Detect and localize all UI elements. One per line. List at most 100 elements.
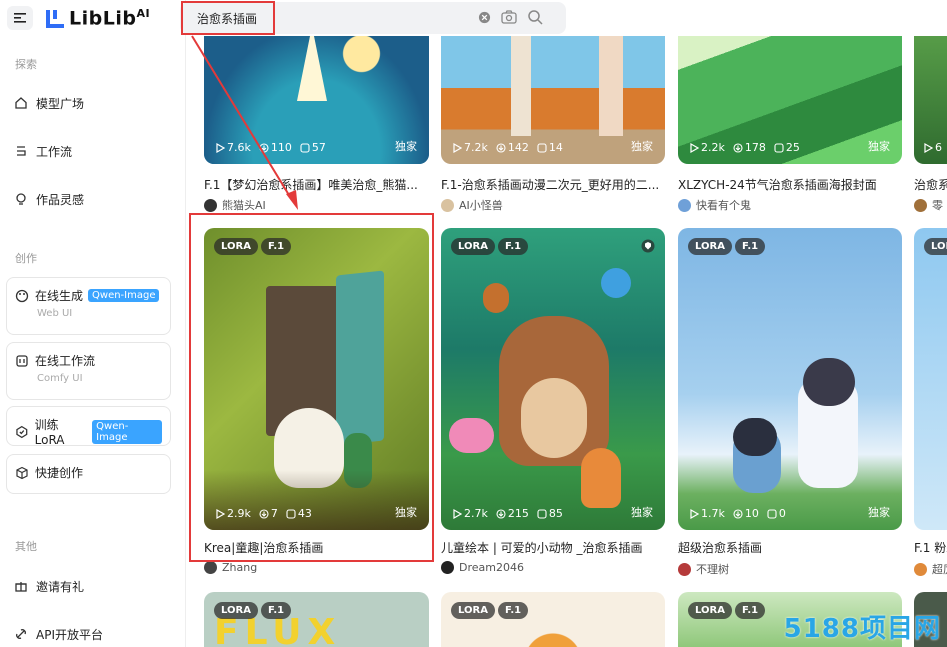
model-card-8[interactable]: LOR (914, 228, 947, 530)
lora-badge: LORA (214, 602, 258, 619)
card-stats: 2.2k 178 25 (690, 141, 800, 154)
search-actions (478, 9, 543, 25)
model-card-9[interactable]: FLUX LORA F.1 (204, 592, 429, 647)
sidebar-item-inspiration[interactable]: 作品灵感 (14, 188, 84, 210)
girl-hair (803, 358, 855, 406)
sidebar-item-quick-create[interactable]: 快捷创作 (6, 454, 171, 494)
model-card-3[interactable]: 2.2k 178 25 独家 (678, 36, 902, 164)
hamburger-icon (14, 13, 26, 23)
download-icon (733, 508, 743, 519)
card-stats: 6 (924, 141, 942, 154)
workflow-icon (17, 146, 26, 156)
card-author[interactable]: AI小怪兽 (441, 197, 503, 213)
lora-badge: LORA (451, 602, 495, 619)
elephant-figure (449, 418, 494, 453)
monkey-figure (483, 283, 509, 313)
sidebar-item-online-workflow[interactable]: 在线工作流 Comfy UI (6, 342, 171, 400)
model-card-6[interactable]: LORA F.1 2.7k 215 85 独家 (441, 228, 665, 530)
card-title[interactable]: XLZYCH-24节气治愈系插画海报封面 (678, 176, 902, 193)
api-icon (16, 629, 26, 639)
section-other: 其他 (15, 540, 37, 553)
f1-badge: F.1 (734, 238, 766, 255)
qwen-image-tag-2: Qwen-Image (92, 419, 162, 444)
card-author[interactable]: 零 (914, 197, 943, 213)
avatar (204, 198, 217, 212)
clear-icon[interactable] (478, 11, 491, 24)
download-icon (733, 142, 743, 153)
card-badges: LOR (924, 238, 947, 255)
sidebar-item-model-square[interactable]: 模型广场 (14, 92, 84, 114)
sidebar-item-api[interactable]: API开放平台 (14, 623, 103, 645)
section-explore: 探索 (15, 58, 37, 71)
search-highlight-box (181, 1, 275, 35)
card-badges: LORA F.1 (451, 238, 529, 255)
card-author[interactable]: 快看有个鬼 (678, 197, 751, 213)
card-author[interactable]: 超厉 (914, 561, 947, 577)
sidebar-item-invite[interactable]: 邀请有礼 (14, 575, 84, 597)
boy-hair (733, 418, 777, 456)
download-icon (259, 142, 269, 153)
exclusive-label: 独家 (395, 140, 417, 153)
download-icon (496, 508, 506, 519)
card-badges: LORA F.1 (688, 602, 766, 619)
logo[interactable]: LibLibAI (45, 4, 150, 32)
card-image (441, 592, 665, 647)
card-author[interactable]: Dream2046 (441, 561, 524, 574)
model-card-1[interactable]: 7.6k 110 57 独家 (204, 36, 429, 164)
card-author[interactable]: Zhang (204, 561, 257, 574)
image-count-icon (767, 508, 777, 519)
play-icon (690, 508, 699, 519)
woman-figure-icon (599, 36, 623, 136)
card-title[interactable]: 治愈系 (914, 176, 947, 193)
card-stats: 7.6k 110 57 (216, 141, 326, 154)
sidebar-item-train-lora[interactable]: 训练LoRA Qwen-Image (6, 406, 171, 447)
verified-shield-icon (641, 239, 655, 253)
selected-card-highlight (189, 213, 434, 562)
lora-badge: LORA (688, 238, 732, 255)
bear-belly (521, 378, 587, 458)
f1-badge: F.1 (734, 602, 766, 619)
bird-figure (601, 268, 631, 298)
card-badges: LORA F.1 (214, 602, 292, 619)
card-stats: 7.2k 142 14 (453, 141, 563, 154)
card-title[interactable]: 儿童绘本 | 可爱的小动物 _治愈系插画 (441, 539, 665, 556)
card-author[interactable]: 不理树 (678, 561, 729, 577)
avatar (441, 561, 454, 574)
card-title[interactable]: 超级治愈系插画 (678, 539, 902, 556)
sidebar-item-workflow[interactable]: 工作流 (14, 140, 72, 162)
section-create: 创作 (15, 252, 37, 265)
cube-icon (16, 466, 28, 479)
search-icon[interactable] (527, 9, 543, 25)
camera-icon[interactable] (501, 10, 517, 24)
image-count-icon (300, 142, 310, 153)
card-badges: LORA F.1 (451, 602, 529, 619)
card-stats: 1.7k 10 0 (690, 507, 786, 520)
gift-icon (15, 582, 27, 592)
webui-sublabel: Web UI (37, 308, 73, 319)
grid-icon (16, 354, 28, 367)
sidebar: LibLibAI 探索 模型广场 工作流 作品灵感 创作 在线生成 Qwen-I… (0, 0, 186, 647)
avatar (678, 198, 691, 212)
card-badges: LORA F.1 (688, 238, 766, 255)
card-title[interactable]: F.1【梦幻治愈系插画】唯美治愈_熊猫... (204, 176, 434, 193)
menu-toggle-button[interactable] (7, 6, 33, 30)
card-title[interactable]: F.1-治愈系插画动漫二次元_更好用的二... (441, 176, 665, 193)
model-card-7[interactable]: LORA F.1 1.7k 10 0 独家 (678, 228, 902, 530)
avatar (914, 562, 927, 576)
fox-figure (581, 448, 621, 508)
model-card-10[interactable]: LORA F.1 (441, 592, 665, 647)
sidebar-item-online-generate[interactable]: 在线生成 Qwen-Image Web UI (6, 277, 171, 335)
lora-badge: LORA (688, 602, 732, 619)
comfyui-sublabel: Comfy UI (37, 373, 83, 384)
play-icon (690, 142, 699, 153)
qwen-image-tag: Qwen-Image (88, 289, 160, 302)
card-title[interactable]: F.1 粉彩 (914, 539, 947, 556)
card-author[interactable]: 熊猫头AI (204, 197, 266, 213)
exclusive-label: 独家 (868, 140, 890, 153)
home-icon (15, 97, 27, 109)
palette-icon (15, 289, 29, 302)
model-card-4[interactable]: 6 (914, 36, 947, 164)
model-card-2[interactable]: 7.2k 142 14 独家 (441, 36, 665, 164)
girl-figure-icon (297, 36, 327, 101)
lightbulb-icon (16, 193, 26, 205)
